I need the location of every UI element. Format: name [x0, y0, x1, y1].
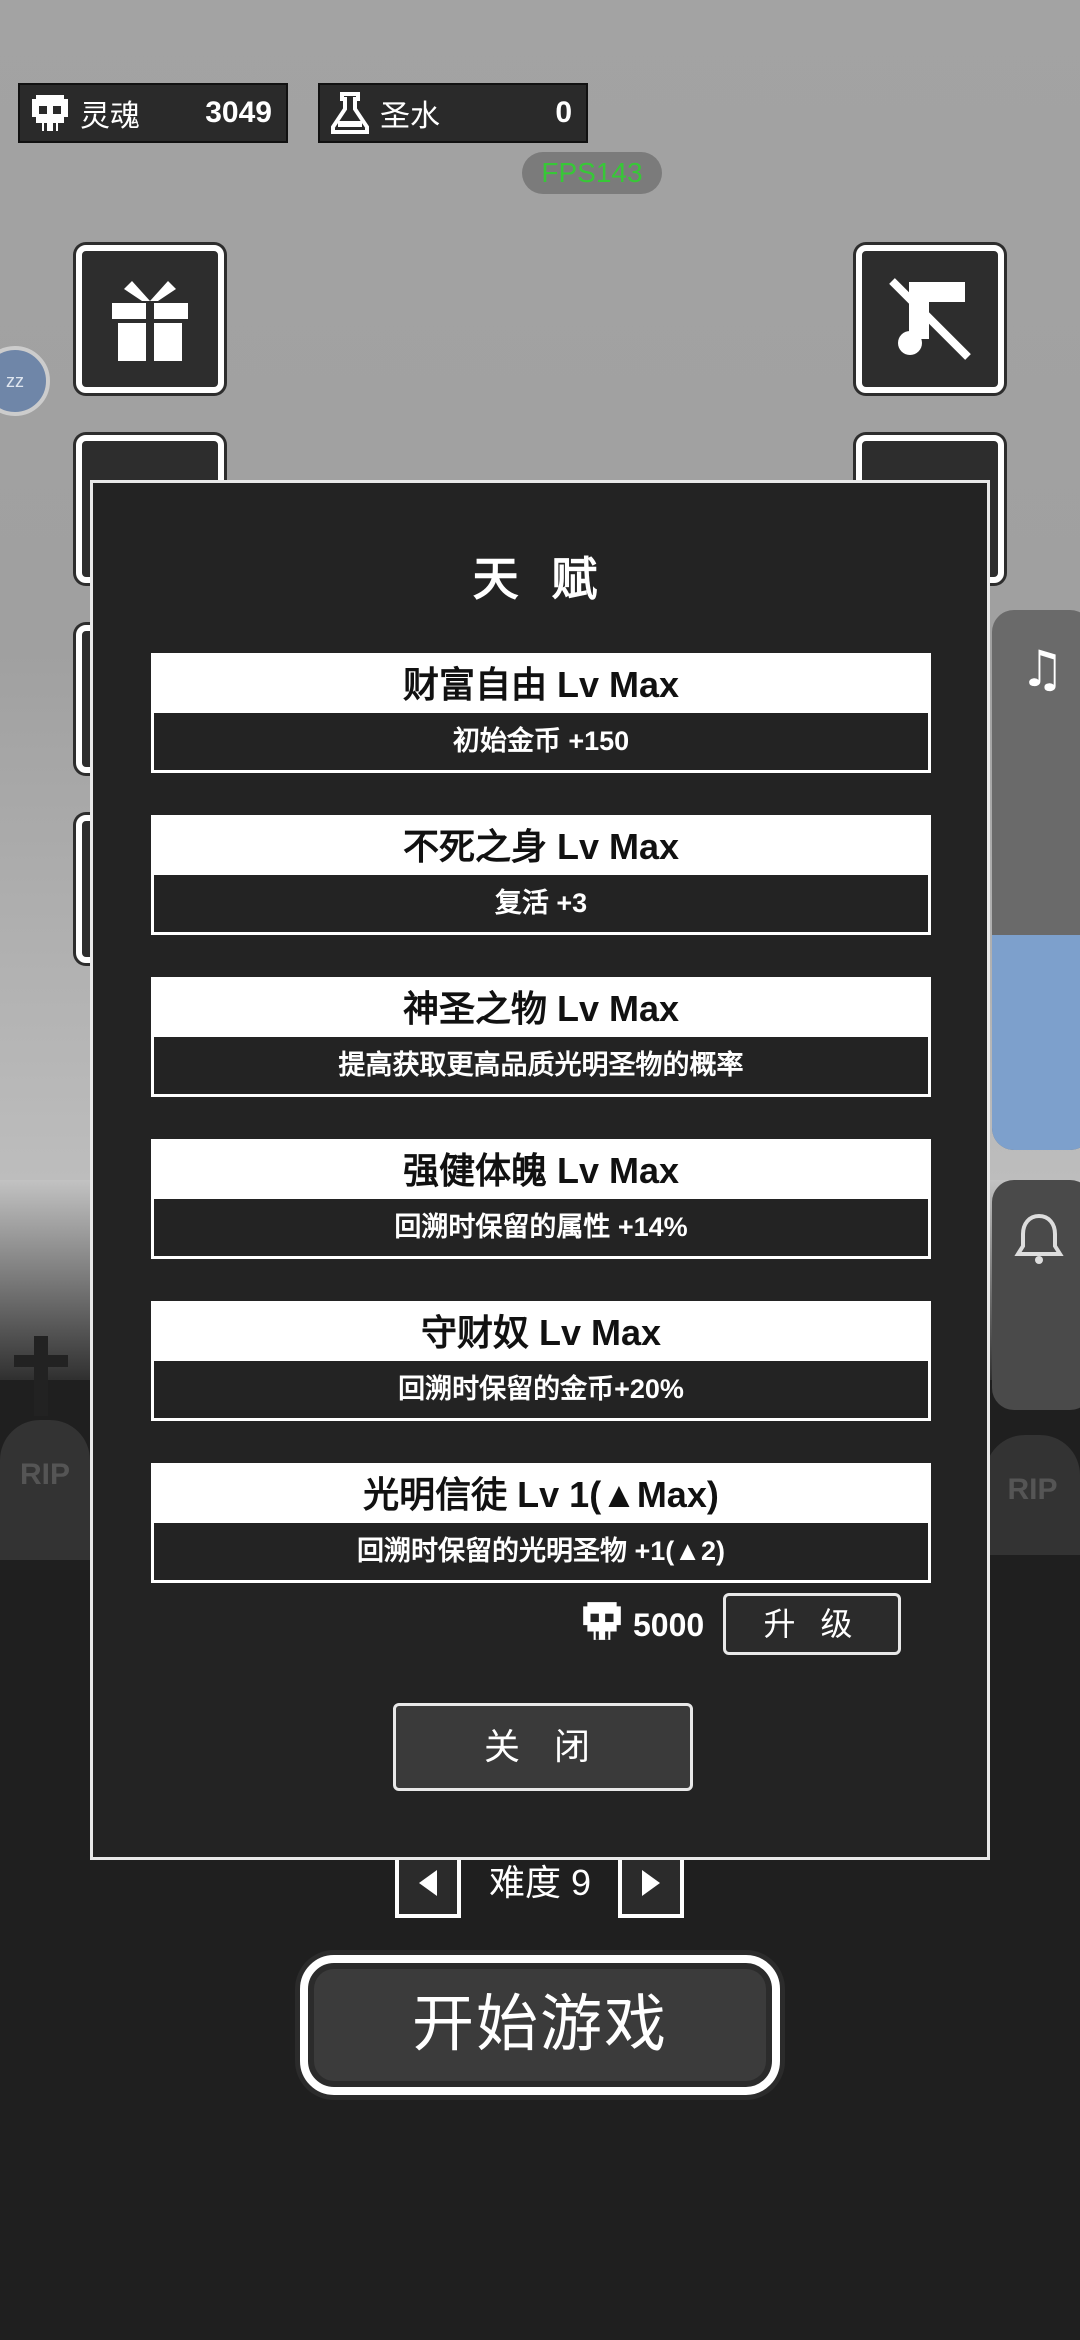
talent-desc: 复活 +3 — [494, 888, 588, 918]
right-floating-panel[interactable]: ♫ — [992, 610, 1080, 1150]
talent-name: 不死之身 Lv Max — [154, 818, 928, 875]
arrow-right-icon — [638, 1868, 664, 1903]
talent-name: 强健体魄 Lv Max — [154, 1142, 928, 1199]
start-game-button[interactable]: 开始游戏 — [300, 1955, 780, 2095]
talent-card[interactable]: 神圣之物 Lv Max 提高获取更高品质光明圣物的概率 — [151, 977, 931, 1097]
cross-grave-icon — [34, 1336, 48, 1416]
tombstone-right: RIP — [985, 1435, 1080, 1555]
souls-value: 3049 — [205, 96, 272, 129]
music-toggle-button[interactable] — [856, 245, 1004, 393]
talent-card[interactable]: 守财奴 Lv Max 回溯时保留的金币+20% — [151, 1301, 931, 1421]
holy-water-value: 0 — [555, 96, 572, 129]
souls-counter: 灵魂 3049 — [18, 83, 288, 143]
talent-dialog: 天 赋 财富自由 Lv Max 初始金币 +150 不死之身 Lv Max 复活… — [90, 480, 990, 1860]
skull-icon — [579, 1598, 625, 1652]
talent-desc: 提高获取更高品质光明圣物的概率 — [338, 1050, 744, 1080]
talent-name: 财富自由 Lv Max — [154, 656, 928, 713]
talent-name: 守财奴 Lv Max — [154, 1304, 928, 1361]
talent-card[interactable]: 不死之身 Lv Max 复活 +3 — [151, 815, 931, 935]
gift-icon — [102, 269, 198, 370]
music-muted-icon — [880, 267, 980, 372]
talent-desc: 回溯时保留的金币+20% — [398, 1374, 684, 1404]
avatar-text: zz — [6, 370, 24, 391]
music-note-icon: ♫ — [1020, 640, 1065, 698]
dialog-title: 天 赋 — [472, 553, 608, 605]
gift-button[interactable] — [76, 245, 224, 393]
talent-card-selected[interactable]: 光明信徒 Lv 1(▲Max) 回溯时保留的光明圣物 +1(▲2) — [151, 1463, 931, 1583]
holy-water-label: 圣水 — [380, 100, 440, 133]
talent-card[interactable]: 财富自由 Lv Max 初始金币 +150 — [151, 653, 931, 773]
talent-desc: 回溯时保留的光明圣物 +1(▲2) — [356, 1536, 725, 1566]
skull-icon — [20, 91, 80, 135]
cross-grave-bar — [14, 1355, 68, 1367]
difficulty-next-button[interactable] — [618, 1856, 684, 1918]
tombstone-text: RIP — [19, 1458, 70, 1491]
talent-desc: 回溯时保留的属性 +14% — [394, 1212, 688, 1242]
holy-water-counter: 圣水 0 — [318, 83, 588, 143]
flask-icon — [320, 91, 380, 135]
panel-blue-area — [992, 935, 1080, 1150]
upgrade-cost-value: 5000 — [633, 1606, 705, 1643]
talent-name: 神圣之物 Lv Max — [154, 980, 928, 1037]
tombstone-text: RIP — [1007, 1473, 1058, 1506]
fps-counter: FPS143 — [522, 152, 662, 194]
upgrade-cost: 5000 — [579, 1598, 704, 1652]
bell-icon — [1014, 1210, 1064, 1271]
talent-name: 光明信徒 Lv 1(▲Max) — [154, 1466, 928, 1523]
talent-card[interactable]: 强健体魄 Lv Max 回溯时保留的属性 +14% — [151, 1139, 931, 1259]
difficulty-prev-button[interactable] — [395, 1856, 461, 1918]
close-button[interactable]: 关 闭 — [393, 1703, 693, 1791]
upgrade-button[interactable]: 升 级 — [723, 1593, 901, 1655]
tombstone-left: RIP — [0, 1420, 90, 1560]
talent-desc: 初始金币 +150 — [452, 726, 630, 756]
right-notification-panel[interactable] — [992, 1180, 1080, 1410]
souls-label: 灵魂 — [80, 100, 140, 133]
arrow-left-icon — [415, 1868, 441, 1903]
difficulty-label: 难度 9 — [488, 1862, 592, 1903]
